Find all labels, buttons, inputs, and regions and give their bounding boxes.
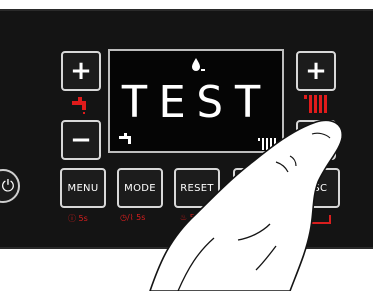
hand-illustration (149, 119, 343, 291)
